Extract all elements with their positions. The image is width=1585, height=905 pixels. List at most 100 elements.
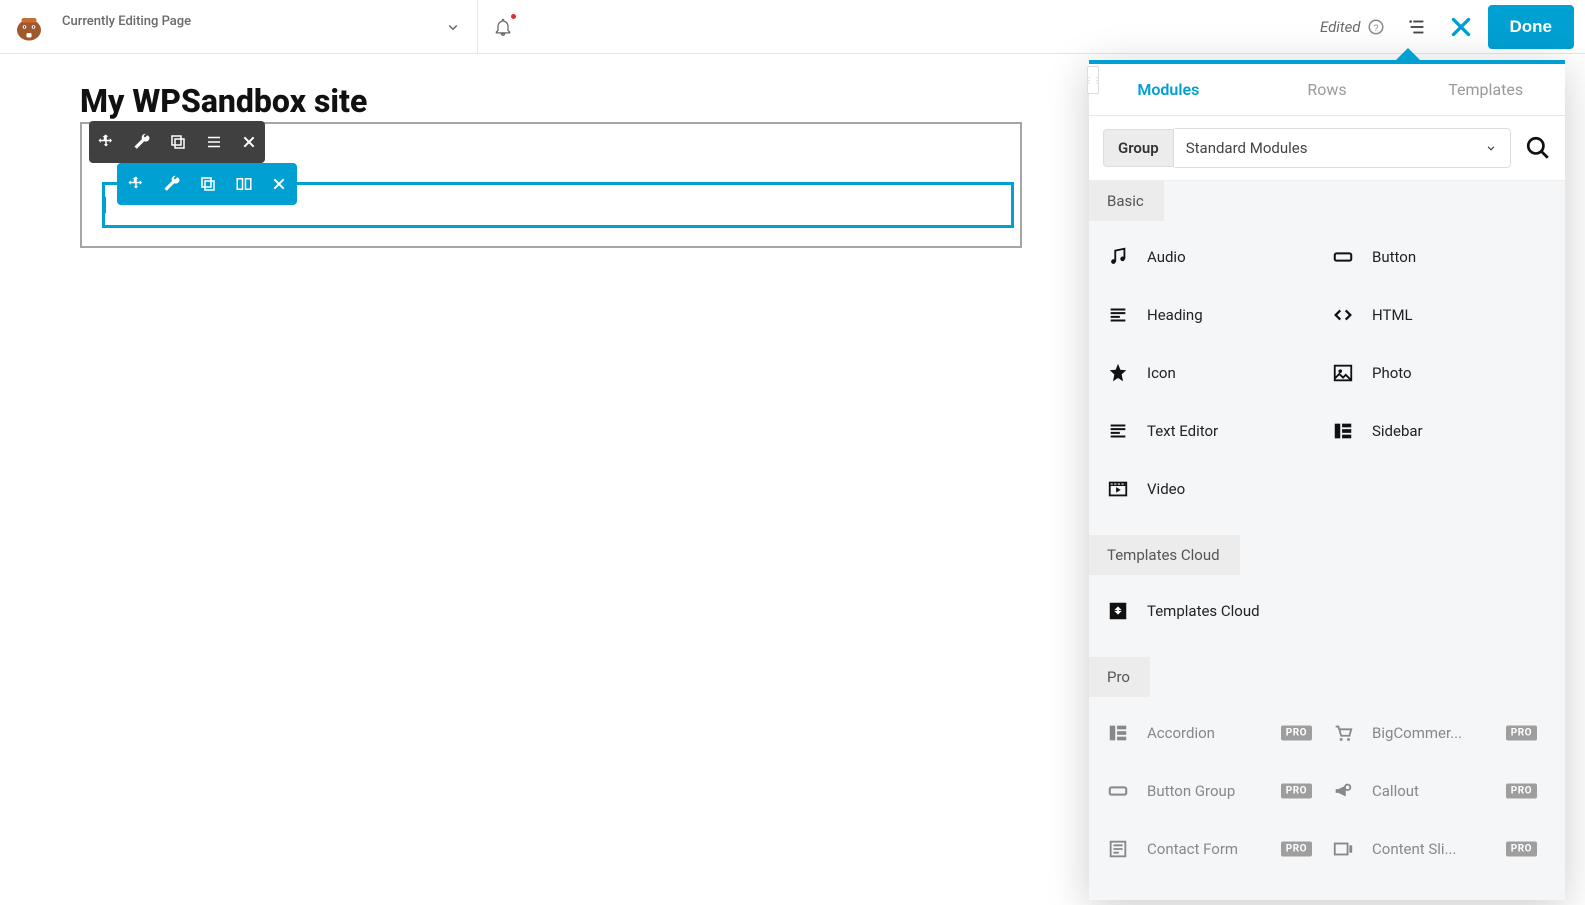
sidebar-icon [1332, 420, 1356, 442]
module-filter-select[interactable]: Standard Modules [1174, 128, 1511, 168]
photo-icon [1332, 362, 1356, 384]
text-lines-icon [1107, 420, 1131, 442]
module-item-content-sli-[interactable]: Content Sli... PRO [1332, 827, 1557, 871]
bullhorn-icon [1332, 780, 1356, 802]
module-item-text-editor[interactable]: Text Editor [1107, 409, 1332, 453]
bell-icon [493, 17, 513, 37]
button-icon [1332, 246, 1356, 268]
hamburger-icon[interactable] [205, 133, 223, 151]
outline-button[interactable] [1395, 0, 1439, 53]
pro-badge: PRO [1506, 726, 1537, 741]
module-label: Photo [1372, 364, 1412, 382]
page-title-dropdown[interactable]: Currently Editing Page [58, 0, 428, 53]
panel-filter-row: Group Standard Modules [1089, 116, 1565, 181]
column-container[interactable] [102, 182, 1014, 228]
button-icon [1107, 780, 1131, 802]
chevron-down-icon [444, 18, 462, 36]
close-panel-button[interactable] [1439, 0, 1483, 53]
module-label: Text Editor [1147, 422, 1218, 440]
pro-badge: PRO [1281, 726, 1312, 741]
module-label: Button [1372, 248, 1416, 266]
editing-label: Currently Editing Page [62, 14, 428, 29]
module-item-video[interactable]: Video [1107, 467, 1332, 511]
column-toolbar[interactable] [117, 163, 297, 205]
module-label: Content Sli... [1372, 840, 1456, 858]
slider-icon [1332, 838, 1356, 860]
copy-icon[interactable] [169, 133, 187, 151]
module-label: Audio [1147, 248, 1186, 266]
module-item-callout[interactable]: Callout PRO [1332, 769, 1557, 813]
module-label: Accordion [1147, 724, 1215, 742]
pro-badge: PRO [1506, 842, 1537, 857]
help-icon[interactable]: ? [1367, 18, 1385, 36]
tab-modules[interactable]: Modules [1089, 64, 1248, 115]
columns-icon[interactable] [235, 175, 253, 193]
done-button[interactable]: Done [1488, 5, 1575, 49]
remove-icon[interactable] [271, 176, 287, 192]
module-label: Heading [1147, 306, 1203, 324]
close-icon [1448, 14, 1474, 40]
module-label: Callout [1372, 782, 1419, 800]
text-lines-icon [1107, 304, 1131, 326]
code-icon [1332, 304, 1356, 326]
module-label: Button Group [1147, 782, 1235, 800]
group-toggle[interactable]: Group [1103, 129, 1174, 167]
panel-drag-handle[interactable]: ⋮⋮ [1087, 66, 1099, 94]
star-icon [1107, 362, 1131, 384]
panel-body[interactable]: Basic Audio Button Heading HTML Icon Photo Text… [1089, 181, 1565, 900]
pro-badge: PRO [1281, 784, 1312, 799]
section-header-basic: Basic [1089, 181, 1164, 221]
module-label: BigCommer... [1372, 724, 1462, 742]
module-item-contact-form[interactable]: Contact Form PRO [1107, 827, 1332, 871]
module-item-templates-cloud[interactable]: Templates Cloud [1107, 589, 1332, 633]
status-area: Edited ? [1310, 0, 1395, 53]
module-item-audio[interactable]: Audio [1107, 235, 1332, 279]
pro-badge: PRO [1506, 784, 1537, 799]
search-button[interactable] [1511, 135, 1551, 161]
module-item-photo[interactable]: Photo [1332, 351, 1557, 395]
notifications-button[interactable] [478, 0, 528, 53]
remove-icon[interactable] [241, 134, 257, 150]
copy-icon[interactable] [199, 175, 217, 193]
panel-tabs: Modules Rows Templates [1089, 64, 1565, 116]
video-icon [1107, 478, 1131, 500]
form-icon [1107, 838, 1131, 860]
wrench-icon[interactable] [133, 133, 151, 151]
module-label: HTML [1372, 306, 1413, 324]
beaver-icon [11, 9, 47, 45]
row-container[interactable] [80, 122, 1022, 248]
move-icon[interactable] [97, 133, 115, 151]
section-header-pro: Pro [1089, 657, 1150, 697]
chevron-down-icon [1484, 141, 1498, 155]
top-bar: Currently Editing Page Edited ? Done [0, 0, 1585, 54]
svg-text:?: ? [1373, 22, 1378, 32]
wrench-icon[interactable] [163, 175, 181, 193]
app-logo [0, 0, 58, 53]
cloud-icon [1107, 600, 1131, 622]
pro-badge: PRO [1281, 842, 1312, 857]
module-item-bigcommer-[interactable]: BigCommer... PRO [1332, 711, 1557, 755]
panel-pointer-icon [1396, 48, 1420, 60]
row-toolbar[interactable] [89, 121, 265, 163]
music-icon [1107, 246, 1131, 268]
tab-templates[interactable]: Templates [1406, 64, 1565, 115]
module-label: Video [1147, 480, 1185, 498]
module-label: Contact Form [1147, 840, 1238, 858]
section-header-templates-cloud: Templates Cloud [1089, 535, 1240, 575]
search-icon [1525, 135, 1551, 161]
module-item-button-group[interactable]: Button Group PRO [1107, 769, 1332, 813]
module-item-accordion[interactable]: Accordion PRO [1107, 711, 1332, 755]
module-item-heading[interactable]: Heading [1107, 293, 1332, 337]
module-item-sidebar[interactable]: Sidebar [1332, 409, 1557, 453]
page-menu-chevron[interactable] [428, 0, 478, 53]
module-item-html[interactable]: HTML [1332, 293, 1557, 337]
module-item-icon[interactable]: Icon [1107, 351, 1332, 395]
module-item-button[interactable]: Button [1332, 235, 1557, 279]
tab-rows[interactable]: Rows [1248, 64, 1407, 115]
module-label: Templates Cloud [1147, 602, 1260, 620]
filter-selected-value: Standard Modules [1186, 139, 1308, 157]
sidebar-icon [1107, 722, 1131, 744]
cart-icon [1332, 722, 1356, 744]
move-icon[interactable] [127, 175, 145, 193]
edited-label: Edited [1320, 18, 1361, 36]
